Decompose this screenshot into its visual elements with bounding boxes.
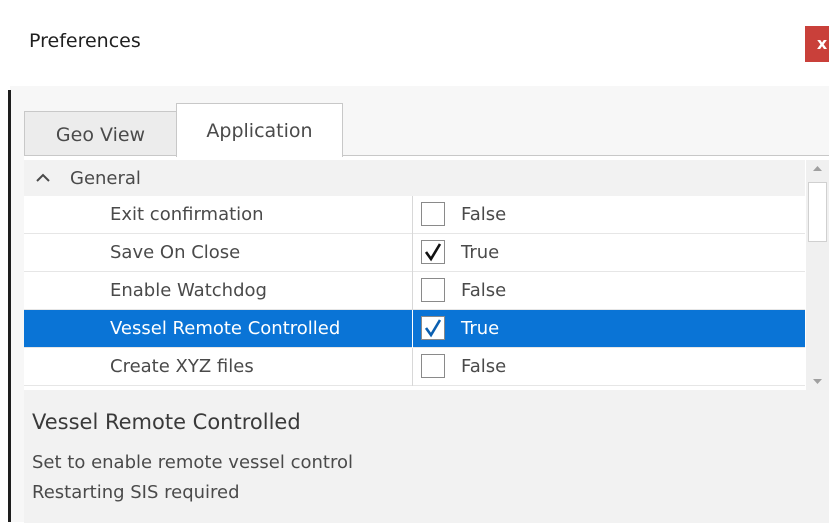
property-name: Create XYZ files <box>110 356 254 377</box>
column-divider <box>412 348 413 386</box>
tab-geo-view[interactable]: Geo View <box>24 111 177 156</box>
exit-confirmation-checkbox[interactable] <box>421 202 445 226</box>
description-line-1: Set to enable remote vessel control <box>32 452 353 473</box>
property-name: Exit confirmation <box>110 204 264 225</box>
property-value: True <box>461 242 500 263</box>
column-divider <box>412 234 413 272</box>
save-on-close-checkbox[interactable] <box>421 240 445 264</box>
close-button[interactable]: x <box>805 26 829 62</box>
checkmark-icon <box>424 319 442 338</box>
column-divider <box>412 310 413 348</box>
property-name: Vessel Remote Controlled <box>110 318 341 339</box>
scroll-down-button[interactable] <box>806 372 829 390</box>
property-panel: General Exit confirmation False Save On … <box>24 155 829 523</box>
scroll-up-icon <box>813 166 822 171</box>
vessel-remote-controlled-checkbox[interactable] <box>421 316 445 340</box>
description-title: Vessel Remote Controlled <box>32 410 301 434</box>
description-line-2: Restarting SIS required <box>32 482 240 503</box>
vertical-scrollbar[interactable] <box>806 160 829 390</box>
create-xyz-files-checkbox[interactable] <box>421 354 445 378</box>
property-row-vessel-remote-controlled[interactable]: Vessel Remote Controlled True <box>24 310 805 348</box>
scroll-down-icon <box>813 379 822 384</box>
property-row-enable-watchdog[interactable]: Enable Watchdog False <box>24 272 805 310</box>
group-header-general[interactable]: General <box>24 160 805 196</box>
description-panel: Vessel Remote Controlled Set to enable r… <box>24 390 829 523</box>
property-row-create-xyz-files[interactable]: Create XYZ files False <box>24 348 805 386</box>
chevron-up-icon[interactable] <box>34 170 52 186</box>
close-icon: x <box>816 34 828 53</box>
property-grid: Exit confirmation False Save On Close Tr… <box>24 196 805 386</box>
property-name: Enable Watchdog <box>110 280 267 301</box>
scroll-thumb[interactable] <box>808 182 827 242</box>
scroll-up-button[interactable] <box>806 160 829 178</box>
preferences-window: Preferences x Geo View Application Gener… <box>0 0 829 523</box>
property-row-save-on-close[interactable]: Save On Close True <box>24 234 805 272</box>
title-bar: Preferences x <box>10 0 829 86</box>
property-value: False <box>461 280 507 301</box>
property-row-exit-confirmation[interactable]: Exit confirmation False <box>24 196 805 234</box>
property-name: Save On Close <box>110 242 241 263</box>
property-value: False <box>461 204 507 225</box>
column-divider <box>412 196 413 234</box>
group-label: General <box>70 168 141 189</box>
property-value: False <box>461 356 507 377</box>
column-divider <box>412 272 413 310</box>
enable-watchdog-checkbox[interactable] <box>421 278 445 302</box>
checkmark-icon <box>424 243 442 262</box>
property-value: True <box>461 318 500 339</box>
tab-application[interactable]: Application <box>176 103 343 157</box>
window-title: Preferences <box>29 30 141 52</box>
window-edge-shadow <box>8 90 11 522</box>
